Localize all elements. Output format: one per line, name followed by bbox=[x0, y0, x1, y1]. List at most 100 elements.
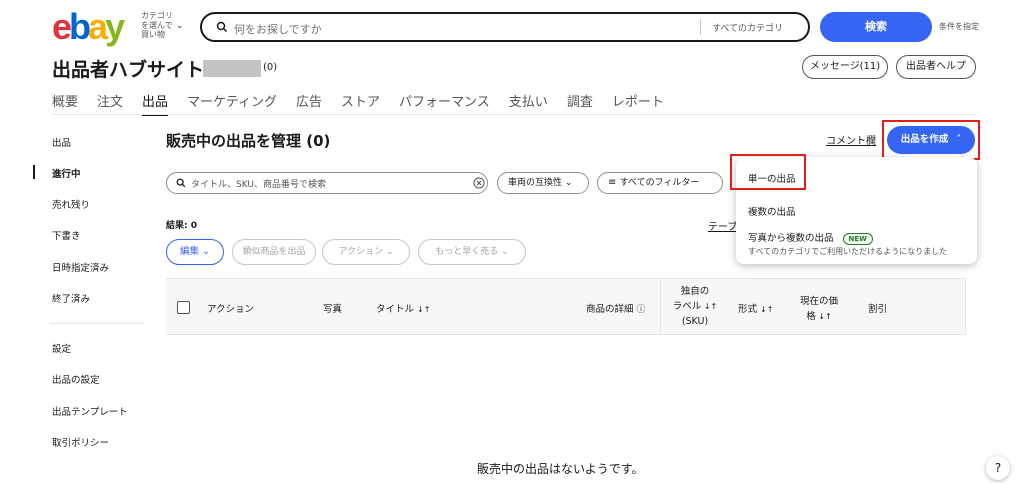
search-input[interactable]: 何をお探しですか bbox=[234, 21, 322, 37]
result-count: 結果: 0 bbox=[166, 221, 197, 231]
new-badge: NEW bbox=[842, 233, 873, 245]
sort-icon: ↓↑ bbox=[760, 305, 774, 314]
info-icon[interactable]: ⓘ bbox=[637, 305, 646, 315]
search-icon bbox=[216, 21, 228, 33]
chevron-down-icon: ⌄ bbox=[202, 246, 210, 257]
menu-item-multiple-listings[interactable]: 複数の出品 bbox=[748, 204, 796, 218]
col-format-label: 形式 bbox=[738, 304, 758, 315]
sidebar-item-listing-preferences[interactable]: 出品の設定 bbox=[52, 372, 100, 386]
filter-icon: ≡ bbox=[608, 177, 620, 188]
tab-research[interactable]: 調査 bbox=[567, 91, 593, 113]
action-label: アクション bbox=[338, 247, 384, 257]
col-price-line-1: 現在の価 bbox=[799, 296, 838, 307]
chevron-down-icon: ⌄ bbox=[385, 247, 394, 257]
sell-faster-button[interactable]: もっと早く売る ⌄ bbox=[418, 239, 526, 265]
messages-button[interactable]: メッセージ(11) bbox=[802, 55, 888, 79]
sidebar-divider bbox=[50, 323, 145, 324]
sell-similar-button[interactable]: 類似商品を出品 bbox=[232, 239, 316, 265]
col-title-label: タイトル bbox=[376, 304, 415, 315]
ebay-logo[interactable]: ebay bbox=[52, 6, 132, 48]
table-header: アクション 写真 タイトル ↓↑ 商品の詳細 ⓘ 独自の ラベル ↓↑ (SKU… bbox=[166, 278, 966, 335]
tabs-divider bbox=[52, 114, 977, 115]
tab-payments[interactable]: 支払い bbox=[509, 91, 548, 113]
shop-by-category[interactable]: カテゴリ を選んで 買い物 bbox=[141, 11, 175, 40]
column-divider bbox=[660, 279, 661, 335]
tab-marketing[interactable]: マーケティング bbox=[187, 91, 277, 113]
search-button[interactable]: 検索 bbox=[820, 12, 932, 42]
sidebar-item-ended[interactable]: 終了済み bbox=[52, 291, 90, 305]
sidebar-item-scheduled[interactable]: 日時指定済み bbox=[52, 260, 109, 274]
feedback-score[interactable]: (0) bbox=[263, 62, 277, 73]
chevron-down-icon[interactable]: ⌄ bbox=[176, 21, 184, 31]
sidebar-item-settings[interactable]: 設定 bbox=[52, 341, 71, 355]
col-price-line-2: 格 bbox=[806, 311, 816, 322]
chip-label: すべてのフィルター bbox=[619, 178, 700, 188]
sort-icon: ↓↑ bbox=[815, 312, 832, 321]
sort-icon: ↓↑ bbox=[417, 305, 431, 314]
col-title[interactable]: タイトル ↓↑ bbox=[376, 301, 430, 315]
vehicle-compatibility-filter[interactable]: 車両の互換性 ⌄ bbox=[497, 172, 589, 194]
menu-item-from-photos[interactable]: 写真から複数の出品 NEW bbox=[748, 230, 873, 245]
chevron-down-icon: ⌄ bbox=[501, 247, 509, 257]
edit-button[interactable]: 編集 ⌄ bbox=[166, 239, 224, 265]
sort-icon: ↓↑ bbox=[701, 302, 718, 311]
select-all-checkbox[interactable] bbox=[177, 301, 190, 314]
highlight-box-single bbox=[730, 154, 806, 190]
col-photo: 写真 bbox=[323, 304, 343, 315]
redacted-username bbox=[203, 60, 261, 77]
page-title: 出品者ハブサイト bbox=[52, 59, 205, 81]
top-tabs: 概要 注文 出品 マーケティング 広告 ストア パフォーマンス 支払い 調査 レ… bbox=[52, 91, 683, 116]
col-format[interactable]: 形式 ↓↑ bbox=[738, 301, 773, 315]
sidebar-item-templates[interactable]: 出品テンプレート bbox=[52, 404, 128, 418]
highlight-box-create bbox=[882, 120, 980, 160]
chip-label: 車両の互換性 bbox=[508, 178, 563, 188]
tab-performance[interactable]: パフォーマンス bbox=[399, 91, 490, 113]
comment-link[interactable]: コメント欄 bbox=[826, 132, 876, 147]
col-label-line-2: ラベル bbox=[672, 301, 702, 312]
tab-reports[interactable]: レポート bbox=[612, 91, 664, 113]
all-filters-button[interactable]: ≡ すべてのフィルター bbox=[597, 172, 723, 194]
col-price[interactable]: 現在の価 格 ↓↑ bbox=[790, 294, 848, 324]
sidebar-item-active[interactable]: 進行中 bbox=[52, 166, 81, 180]
shop-cat-line-1: カテゴリ bbox=[141, 11, 173, 20]
search-bar[interactable]: 何をお探しですか すべてのカテゴリ bbox=[200, 12, 810, 42]
col-custom-label[interactable]: 独自の ラベル ↓↑ (SKU) bbox=[666, 284, 724, 329]
sidebar-item-listings[interactable]: 出品 bbox=[52, 135, 71, 149]
col-details-label: 商品の詳細 bbox=[586, 304, 634, 315]
sell-faster-label: もっと早く売る bbox=[435, 247, 499, 257]
seller-help-button[interactable]: 出品者ヘルプ bbox=[896, 55, 976, 79]
edit-label: 編集 bbox=[179, 246, 199, 257]
action-button[interactable]: アクション ⌄ bbox=[322, 239, 410, 265]
tab-advertising[interactable]: 広告 bbox=[296, 91, 322, 113]
listing-search-input[interactable]: タイトル、SKU、商品番号で検索 bbox=[191, 177, 326, 190]
chevron-down-icon: ⌄ bbox=[564, 178, 573, 188]
listing-search[interactable]: タイトル、SKU、商品番号で検索 bbox=[166, 172, 488, 194]
section-title: 販売中の出品を管理 (0) bbox=[166, 132, 331, 150]
create-listing-menu: 単一の出品 複数の出品 写真から複数の出品 NEW すべてのカテゴリでご利用いた… bbox=[730, 154, 977, 264]
help-button[interactable]: ? bbox=[986, 456, 1010, 480]
tab-overview[interactable]: 概要 bbox=[52, 91, 78, 113]
search-icon bbox=[176, 178, 186, 188]
tab-orders[interactable]: 注文 bbox=[97, 91, 123, 113]
from-photos-label: 写真から複数の出品 bbox=[748, 233, 834, 244]
sidebar-active-indicator bbox=[33, 165, 35, 179]
col-label-line-3: (SKU) bbox=[681, 316, 709, 327]
sidebar-item-business-policies[interactable]: 取引ポリシー bbox=[52, 435, 109, 449]
menu-item-subtext: すべてのカテゴリでご利用いただけるようになりました bbox=[748, 247, 948, 256]
empty-state-message: 販売中の出品はないようです。 bbox=[477, 462, 644, 476]
search-category-select[interactable]: すべてのカテゴリ bbox=[712, 21, 783, 34]
tab-store[interactable]: ストア bbox=[341, 91, 380, 113]
shop-cat-line-2: を選んで bbox=[141, 20, 173, 30]
search-divider bbox=[700, 19, 701, 35]
col-discount: 割引 bbox=[868, 304, 888, 315]
sidebar-item-unsold[interactable]: 売れ残り bbox=[52, 197, 90, 211]
sidebar-item-drafts[interactable]: 下書き bbox=[52, 228, 81, 242]
col-action: アクション bbox=[207, 304, 255, 315]
col-label-line-1: 独自の bbox=[680, 286, 710, 297]
table-settings-link[interactable]: テーブ bbox=[708, 218, 737, 233]
svg-text:ebay: ebay bbox=[52, 6, 125, 47]
clear-icon[interactable] bbox=[473, 177, 485, 189]
tab-listings[interactable]: 出品 bbox=[142, 91, 169, 116]
col-details: 商品の詳細 ⓘ bbox=[586, 301, 646, 315]
advanced-search-link[interactable]: 条件を指定 bbox=[939, 21, 979, 32]
